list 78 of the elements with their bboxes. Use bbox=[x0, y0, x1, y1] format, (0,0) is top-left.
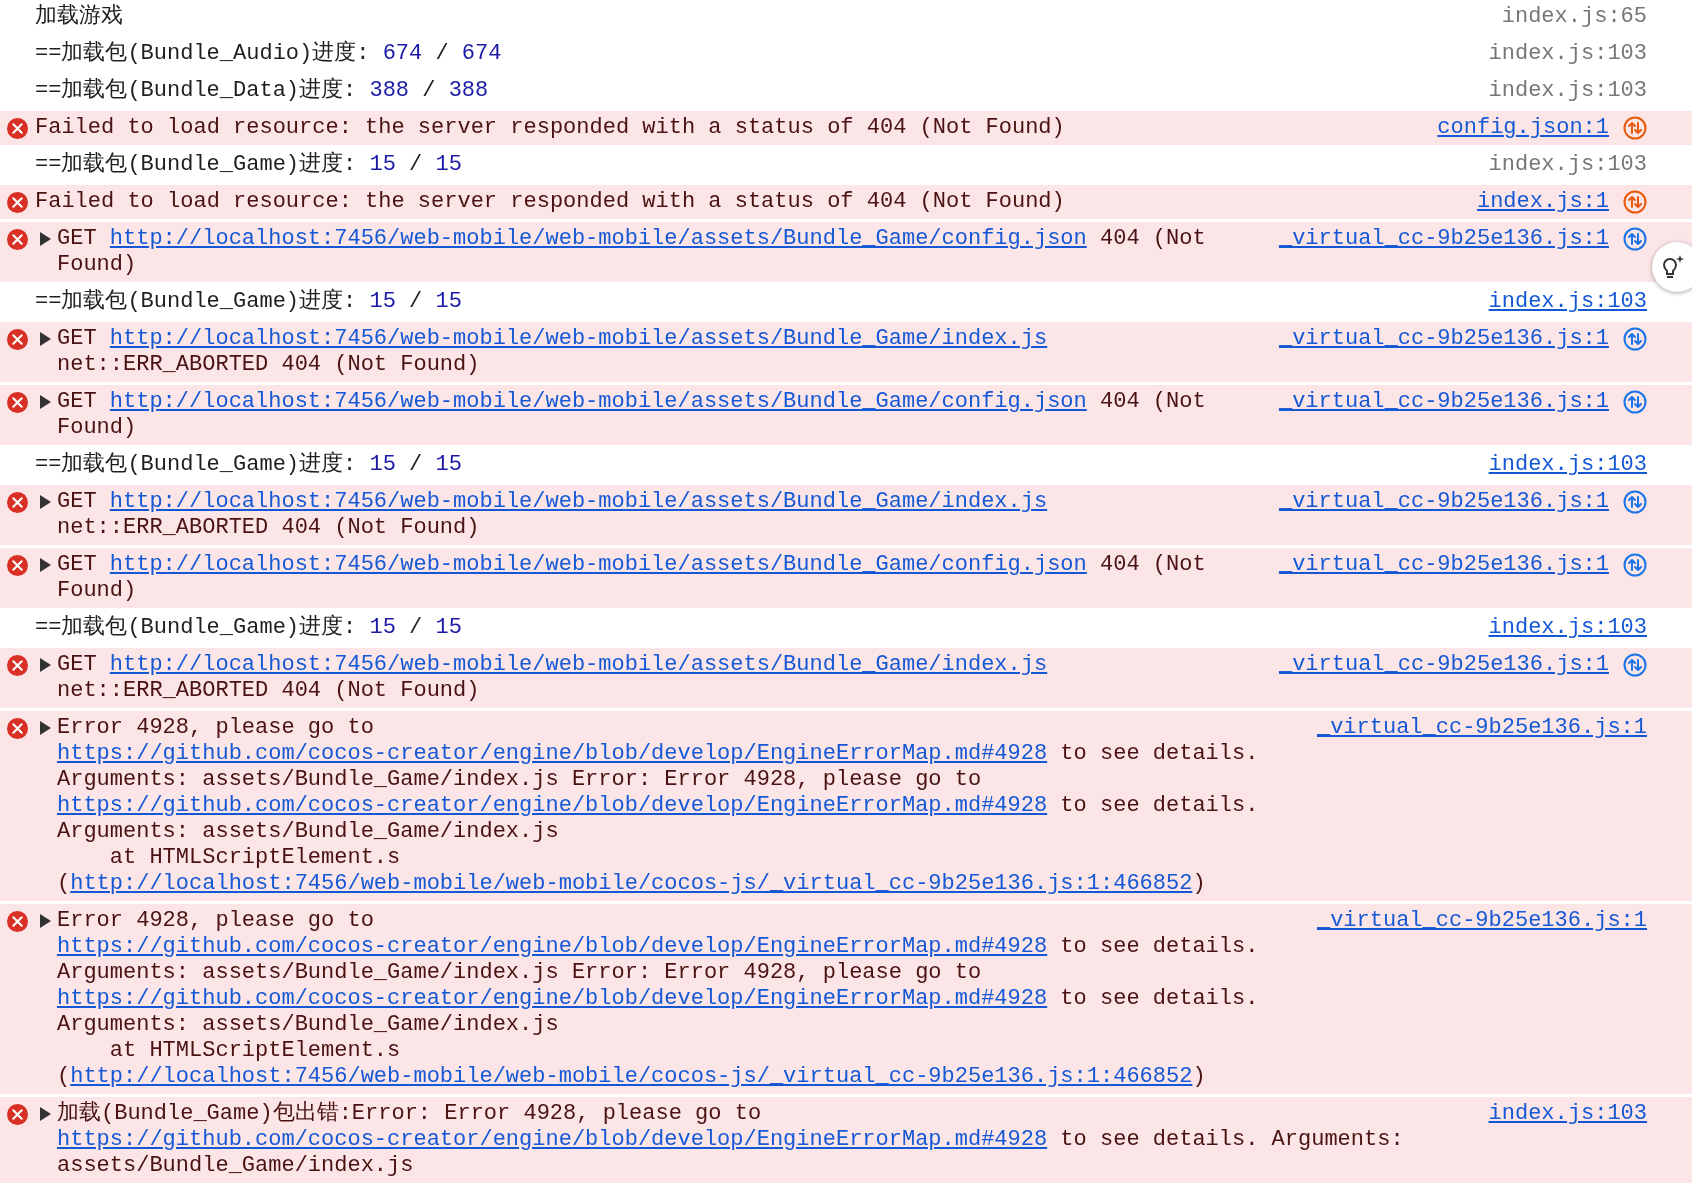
source-link[interactable]: _virtual_cc-9b25e136.js:1 bbox=[1278, 652, 1609, 678]
source-link[interactable]: _virtual_cc-9b25e136.js:1 bbox=[1278, 226, 1609, 252]
source-link[interactable]: index.js:103 bbox=[1488, 452, 1647, 478]
url-link[interactable]: http://localhost:7456/web-mobile/web-mobile/assets/Bundle_Game/config.json bbox=[109, 389, 1087, 414]
source-link[interactable]: _virtual_cc-9b25e136.js:1 bbox=[1278, 389, 1609, 415]
network-arrows-icon[interactable] bbox=[1623, 227, 1647, 251]
expand-triangle-icon[interactable] bbox=[40, 395, 51, 409]
url-link[interactable]: http://localhost:7456/web-mobile/web-mobile/assets/Bundle_Game/config.json bbox=[109, 226, 1087, 251]
error-icon bbox=[7, 492, 28, 513]
source-link[interactable]: index.js:103 bbox=[1488, 289, 1647, 315]
source-link[interactable]: index.js:103 bbox=[1488, 41, 1647, 67]
url-link[interactable]: http://localhost:7456/web-mobile/web-mobile/assets/Bundle_Game/index.js bbox=[109, 652, 1048, 677]
url-link[interactable]: http://localhost:7456/web-mobile/web-mobile/cocos-js/_virtual_cc-9b25e136.js:1:466852 bbox=[70, 871, 1193, 896]
console-message: ==加载包(Bundle_Data)进度: 388 / 388 bbox=[35, 78, 490, 104]
console-message: GET http://localhost:7456/web-mobile/web-mobile/assets/Bundle_Game/config.json 404 (Not Found) bbox=[57, 389, 1207, 441]
error-icon bbox=[7, 555, 28, 576]
console-message: Failed to load resource: the server responded with a status of 404 (Not Found) bbox=[35, 115, 1066, 141]
error-icon bbox=[7, 392, 28, 413]
error-icon bbox=[7, 911, 28, 932]
source-link[interactable]: config.json:1 bbox=[1437, 115, 1609, 141]
url-link[interactable]: https://github.com/cocos-creator/engine/blob/develop/EngineErrorMap.md#4928 bbox=[57, 934, 1048, 959]
expand-triangle-icon[interactable] bbox=[40, 658, 51, 672]
url-link[interactable]: https://github.com/cocos-creator/engine/blob/develop/EngineErrorMap.md#4928 bbox=[57, 793, 1048, 818]
expand-triangle-icon[interactable] bbox=[40, 721, 51, 735]
network-arrows-icon[interactable] bbox=[1623, 390, 1647, 414]
console-message: ==加载包(Bundle_Game)进度: 15 / 15 bbox=[35, 289, 463, 315]
error-icon bbox=[7, 229, 28, 250]
network-arrows-icon[interactable] bbox=[1623, 327, 1647, 351]
console-message: GET http://localhost:7456/web-mobile/web-mobile/assets/Bundle_Game/config.json 404 (Not Found) bbox=[57, 552, 1207, 604]
network-arrows-icon[interactable] bbox=[1623, 190, 1647, 214]
source-link[interactable]: _virtual_cc-9b25e136.js:1 bbox=[1278, 489, 1609, 515]
source-link[interactable]: _virtual_cc-9b25e136.js:1 bbox=[1316, 715, 1647, 741]
console-message: GET http://localhost:7456/web-mobile/web-mobile/assets/Bundle_Game/index.js net::ERR_ABORTED 404 (Not Found) bbox=[57, 489, 1049, 541]
console-message: ==加载包(Bundle_Game)进度: 15 / 15 bbox=[35, 152, 463, 178]
console-message: Error 4928, please go to https://github.com/cocos-creator/engine/blob/develop/EngineErrorMap.md#4928 to see details. Arguments: assets/Bundle_Game/index.js Error: Error 4928, please go to https://github.com/cocos-creator/engine/blob/develop/EngineErrorMap.md#4928 to see details. Arguments: assets/Bundle_Game/index.js at HTMLScriptElement.s (http://localhost:7456/web-mobile/web-mobile/cocos-js/_virtual_cc-9b25e136.js:1:466852) bbox=[57, 908, 1260, 1090]
network-arrows-icon[interactable] bbox=[1623, 553, 1647, 577]
error-icon bbox=[7, 718, 28, 739]
source-link[interactable]: _virtual_cc-9b25e136.js:1 bbox=[1278, 552, 1609, 578]
source-link[interactable]: index.js:103 bbox=[1488, 152, 1647, 178]
console-message: GET http://localhost:7456/web-mobile/web-mobile/assets/Bundle_Game/index.js net::ERR_ABORTED 404 (Not Found) bbox=[57, 326, 1049, 378]
console-message: Error 4928, please go to https://github.com/cocos-creator/engine/blob/develop/EngineErrorMap.md#4928 to see details. Arguments: assets/Bundle_Game/index.js Error: Error 4928, please go to https://github.com/cocos-creator/engine/blob/develop/EngineErrorMap.md#4928 to see details. Arguments: assets/Bundle_Game/index.js at HTMLScriptElement.s (http://localhost:7456/web-mobile/web-mobile/cocos-js/_virtual_cc-9b25e136.js:1:466852) bbox=[57, 715, 1260, 897]
console-message: ==加载包(Bundle_Game)进度: 15 / 15 bbox=[35, 615, 463, 641]
console-message: Failed to load resource: the server responded with a status of 404 (Not Found) bbox=[35, 189, 1066, 215]
error-icon bbox=[7, 655, 28, 676]
network-arrows-icon[interactable] bbox=[1623, 653, 1647, 677]
expand-triangle-icon[interactable] bbox=[40, 495, 51, 509]
url-link[interactable]: http://localhost:7456/web-mobile/web-mobile/assets/Bundle_Game/index.js bbox=[109, 326, 1048, 351]
error-icon bbox=[7, 1104, 28, 1125]
console-message: ==加载包(Bundle_Game)进度: 15 / 15 bbox=[35, 452, 463, 478]
expand-triangle-icon[interactable] bbox=[40, 332, 51, 346]
url-link[interactable]: http://localhost:7456/web-mobile/web-mobile/assets/Bundle_Game/index.js bbox=[109, 489, 1048, 514]
console-message: GET http://localhost:7456/web-mobile/web-mobile/assets/Bundle_Game/config.json 404 (Not Found) bbox=[57, 226, 1207, 278]
url-link[interactable]: https://github.com/cocos-creator/engine/blob/develop/EngineErrorMap.md#4928 bbox=[57, 741, 1048, 766]
url-link[interactable]: http://localhost:7456/web-mobile/web-mobile/assets/Bundle_Game/config.json bbox=[109, 552, 1087, 577]
source-link[interactable]: index.js:103 bbox=[1488, 78, 1647, 104]
console-message: ==加载包(Bundle_Audio)进度: 674 / 674 bbox=[35, 41, 503, 67]
network-arrows-icon[interactable] bbox=[1623, 116, 1647, 140]
network-arrows-icon[interactable] bbox=[1623, 490, 1647, 514]
source-link[interactable]: index.js:1 bbox=[1476, 189, 1609, 215]
expand-triangle-icon[interactable] bbox=[40, 914, 51, 928]
source-link[interactable]: index.js:103 bbox=[1488, 615, 1647, 641]
console-message: 加载游戏 bbox=[35, 4, 124, 30]
source-link[interactable]: index.js:65 bbox=[1501, 4, 1647, 30]
error-icon bbox=[7, 118, 28, 139]
source-link[interactable]: _virtual_cc-9b25e136.js:1 bbox=[1278, 326, 1609, 352]
expand-triangle-icon[interactable] bbox=[40, 558, 51, 572]
console-message: GET http://localhost:7456/web-mobile/web-mobile/assets/Bundle_Game/index.js net::ERR_ABORTED 404 (Not Found) bbox=[57, 652, 1049, 704]
expand-triangle-icon[interactable] bbox=[40, 232, 51, 246]
error-icon bbox=[7, 192, 28, 213]
url-link[interactable]: http://localhost:7456/web-mobile/web-mobile/cocos-js/_virtual_cc-9b25e136.js:1:466852 bbox=[70, 1064, 1193, 1089]
source-link[interactable]: index.js:103 bbox=[1488, 1101, 1647, 1127]
url-link[interactable]: https://github.com/cocos-creator/engine/blob/develop/EngineErrorMap.md#4928 bbox=[57, 986, 1048, 1011]
error-icon bbox=[7, 329, 28, 350]
expand-triangle-icon[interactable] bbox=[40, 1107, 51, 1121]
ai-assistance-button[interactable] bbox=[1652, 242, 1692, 292]
console-message: 加载(Bundle_Game)包出错:Error: Error 4928, please go to https://github.com/cocos-creator/engine/blob/develop/EngineErrorMap.md#4928 to see details. Arguments: assets/Bundle_Game/index.js bbox=[57, 1101, 1405, 1179]
source-link[interactable]: _virtual_cc-9b25e136.js:1 bbox=[1316, 908, 1647, 934]
url-link[interactable]: https://github.com/cocos-creator/engine/blob/develop/EngineErrorMap.md#4928 bbox=[57, 1127, 1048, 1152]
